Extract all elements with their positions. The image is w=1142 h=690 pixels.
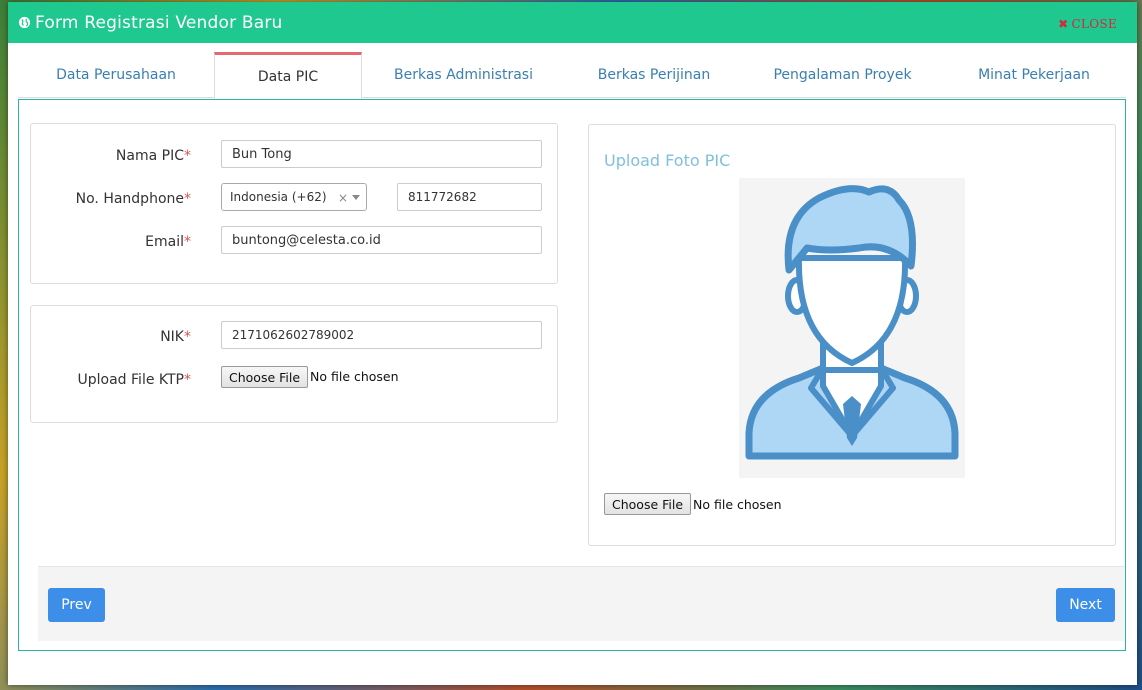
person-avatar-icon: [745, 185, 959, 460]
handphone-label: No. Handphone*: [75, 191, 191, 207]
avatar-placeholder: [739, 178, 965, 478]
next-button[interactable]: Next: [1056, 588, 1115, 622]
phone-number-input[interactable]: 811772682: [397, 183, 542, 211]
upload-photo-title: Upload Foto PIC: [604, 151, 731, 170]
clear-icon[interactable]: ×: [338, 191, 348, 205]
ktp-label: Upload File KTP*: [77, 372, 191, 388]
handphone-row: No. Handphone* Indonesia (+62) × 8117726…: [31, 183, 557, 213]
form-footer: Prev Next: [38, 566, 1125, 641]
photo-panel: Upload Foto PIC Choose File No file chos…: [588, 124, 1116, 546]
chevron-down-icon: [352, 195, 360, 200]
tab-berkas-administrasi[interactable]: Berkas Administrasi: [362, 52, 565, 98]
nik-label: NIK*: [160, 329, 191, 345]
globe-icon: [18, 16, 31, 29]
close-button[interactable]: ✖ CLOSE: [1058, 17, 1117, 31]
tab-berkas-perijinan[interactable]: Berkas Perijinan: [565, 52, 743, 98]
photo-choose-file-button[interactable]: Choose File: [604, 493, 692, 515]
ktp-row: Upload File KTP* Choose File No file cho…: [31, 364, 557, 394]
close-label: CLOSE: [1071, 17, 1117, 31]
email-row: Email* buntong@celesta.co.id: [31, 226, 557, 256]
nik-input[interactable]: 2171062602789002: [221, 321, 542, 349]
tab-bar: Data Perusahaan Data PIC Berkas Administ…: [18, 52, 1126, 99]
tab-pengalaman-proyek[interactable]: Pengalaman Proyek: [743, 52, 942, 98]
tab-content: Nama PIC* Bun Tong No. Handphone* Indone…: [18, 99, 1126, 651]
nik-row: NIK* 2171062602789002: [31, 321, 557, 351]
ktp-file-status: No file chosen: [310, 369, 399, 384]
country-code-value: Indonesia (+62): [230, 190, 327, 204]
ktp-choose-file-button[interactable]: Choose File: [221, 366, 309, 388]
close-icon: ✖: [1058, 17, 1069, 31]
vendor-registration-modal: Form Registrasi Vendor Baru ✖ CLOSE Data …: [8, 2, 1137, 685]
email-input[interactable]: buntong@celesta.co.id: [221, 226, 542, 254]
photo-file-status: No file chosen: [693, 497, 782, 512]
country-code-select[interactable]: Indonesia (+62) ×: [221, 183, 367, 211]
email-label: Email*: [145, 234, 191, 250]
modal-title: Form Registrasi Vendor Baru: [35, 12, 283, 33]
nama-pic-label: Nama PIC*: [115, 148, 191, 164]
tab-minat-pekerjaan[interactable]: Minat Pekerjaan: [942, 52, 1126, 98]
prev-button[interactable]: Prev: [48, 588, 105, 622]
nama-pic-input[interactable]: Bun Tong: [221, 140, 542, 168]
modal-header: Form Registrasi Vendor Baru ✖ CLOSE: [8, 2, 1137, 43]
tab-data-perusahaan[interactable]: Data Perusahaan: [18, 52, 214, 98]
nama-pic-row: Nama PIC* Bun Tong: [31, 140, 557, 170]
identity-panel: NIK* 2171062602789002 Upload File KTP* C…: [30, 305, 558, 423]
tab-data-pic[interactable]: Data PIC: [214, 52, 362, 99]
contact-panel: Nama PIC* Bun Tong No. Handphone* Indone…: [30, 123, 558, 284]
